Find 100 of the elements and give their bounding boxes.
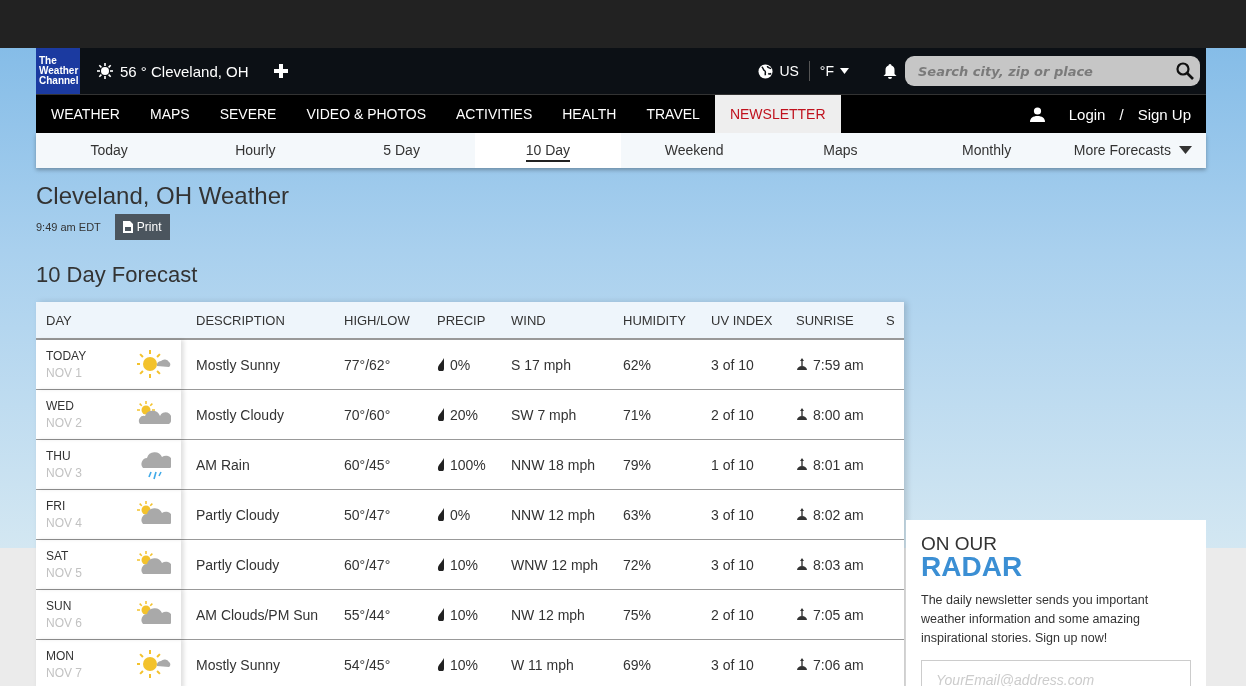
table-cell: 8:00 am	[813, 406, 864, 423]
table-cell-text: 3 of 10	[710, 656, 755, 673]
table-cell: 7:06 am	[813, 656, 864, 673]
nav-tab[interactable]: MAPS	[134, 95, 205, 133]
table-cell: 7:59 am	[813, 356, 864, 373]
nav-tab[interactable]: SEVERE	[204, 95, 292, 133]
table-cell-text: 60°/47°	[343, 556, 392, 573]
forecast-tab[interactable]: Weekend	[664, 139, 724, 162]
table-cell: 10%	[450, 606, 479, 623]
day-date: NOV 1	[46, 366, 83, 380]
table-cell-text: S 17 mph	[510, 356, 572, 373]
nav-tab[interactable]: VIDEO & PHOTOS	[291, 95, 441, 133]
login-link[interactable]: Login	[1068, 105, 1106, 123]
forecast-tab[interactable]: More Forecasts	[1073, 139, 1192, 162]
table-cell-text: 70°/60°	[343, 406, 392, 423]
sunrise-icon	[796, 408, 808, 421]
day-date: NOV 6	[46, 616, 82, 630]
sunrise-icon	[796, 508, 808, 521]
table-cell-text: 71%	[622, 406, 653, 423]
table-cell-text: 77°/62°	[343, 356, 392, 373]
nav-tab[interactable]: WEATHER	[36, 95, 135, 133]
search-bar[interactable]: Search city, zip or place	[905, 56, 1200, 86]
forecast-tab[interactable]: Maps	[823, 139, 858, 162]
document-icon	[122, 221, 133, 233]
table-cell-text: AM Clouds/PM Sun	[195, 606, 320, 623]
sunrise-icon	[796, 558, 808, 571]
table-cell: 10%	[450, 556, 479, 573]
day-date: NOV 7	[46, 666, 82, 680]
card-text: The daily newsletter sends you important weather information and some amazing inspirational stories. Sign up now!	[921, 592, 1150, 647]
forecast-tab[interactable]: Hourly	[235, 139, 276, 162]
table-cell-text: 2 of 10	[710, 606, 755, 623]
search-icon[interactable]	[1176, 62, 1194, 80]
forecast-tab[interactable]: Monthly	[962, 139, 1012, 162]
region-selector[interactable]: US	[748, 63, 809, 79]
globe-icon	[758, 63, 774, 79]
table-cell: 0%	[450, 506, 471, 523]
table-cell-text: 54°/45°	[343, 656, 392, 673]
table-cell: 8:03 am	[813, 556, 864, 573]
sun-icon	[96, 62, 114, 80]
day-name: WED	[46, 399, 75, 413]
table-cell: 0%	[450, 356, 471, 373]
sunrise-icon	[796, 358, 808, 371]
card-kicker: ON OUR	[921, 534, 998, 553]
day-date: NOV 5	[46, 566, 82, 580]
raindrop-icon	[437, 358, 445, 371]
table-cell-text: NNW 18 mph	[510, 456, 597, 473]
nav-tab[interactable]: HEALTH	[547, 95, 632, 133]
table-cell-text: 75%	[622, 606, 653, 623]
day-name: SUN	[46, 599, 73, 613]
current-conditions[interactable]: 56 ° Cleveland, OH	[120, 62, 249, 80]
raindrop-icon	[437, 608, 445, 621]
section-title: 10 Day Forecast	[36, 262, 199, 288]
day-name: SAT	[46, 549, 70, 563]
table-cell-text: Mostly Sunny	[195, 656, 282, 673]
table-cell-text: 1 of 10	[710, 456, 755, 473]
nav-tab[interactable]: ACTIVITIES	[441, 95, 548, 133]
table-cell-text: 3 of 10	[710, 556, 755, 573]
table-cell-text: 3 of 10	[710, 506, 755, 523]
table-cell-text: Partly Cloudy	[195, 556, 281, 573]
day-name: MON	[46, 649, 75, 663]
column-header: UV INDEX	[710, 312, 774, 328]
column-header: HIGH/LOW	[343, 312, 411, 328]
search-field[interactable]: Search city, zip or place	[916, 62, 1176, 80]
column-header: WIND	[510, 312, 547, 328]
print-button[interactable]: Print	[114, 214, 170, 240]
table-cell-text: 69%	[622, 656, 653, 673]
day-date: NOV 4	[46, 516, 82, 530]
forecast-tab[interactable]: 5 Day	[383, 139, 420, 162]
day-name: TODAY	[46, 349, 87, 363]
column-header: DESCRIPTION	[195, 312, 286, 328]
table-cell: 100%	[450, 456, 486, 473]
table-cell: 20%	[450, 406, 479, 423]
column-header: SUNRISE	[795, 312, 855, 328]
table-cell-text: Mostly Cloudy	[195, 406, 285, 423]
column-header: HUMIDITY	[622, 312, 687, 328]
signup-link[interactable]: Sign Up	[1137, 105, 1191, 123]
nav-tab[interactable]: TRAVEL	[631, 95, 715, 133]
unit-selector[interactable]: °F	[809, 63, 859, 79]
nav-tab[interactable]: NEWSLETTER	[714, 95, 841, 133]
table-cell-text: Mostly Sunny	[195, 356, 282, 373]
separator: /	[1119, 105, 1124, 123]
table-cell: 7:05 am	[813, 606, 864, 623]
table-cell-text: W 11 mph	[510, 656, 575, 673]
caret-icon	[840, 68, 849, 74]
table-cell-text: Partly Cloudy	[195, 506, 281, 523]
table-cell-text: 79%	[622, 456, 653, 473]
day-name: THU	[46, 449, 72, 463]
table-cell-text: NNW 12 mph	[510, 506, 597, 523]
bell-icon[interactable]	[883, 63, 897, 79]
table-cell-text: 60°/45°	[343, 456, 392, 473]
logo[interactable]: The Weather Channel	[36, 48, 80, 94]
plus-icon[interactable]	[272, 63, 289, 79]
table-cell: 8:01 am	[813, 456, 864, 473]
page-title: Cleveland, OH Weather	[36, 182, 290, 210]
table-cell: 10%	[450, 656, 479, 673]
forecast-tab[interactable]: Today	[90, 139, 128, 162]
table-cell: 8:02 am	[813, 506, 864, 523]
table-cell-text: 3 of 10	[710, 356, 755, 373]
user-icon[interactable]	[1029, 106, 1045, 122]
table-cell-text: SW 7 mph	[510, 406, 578, 423]
